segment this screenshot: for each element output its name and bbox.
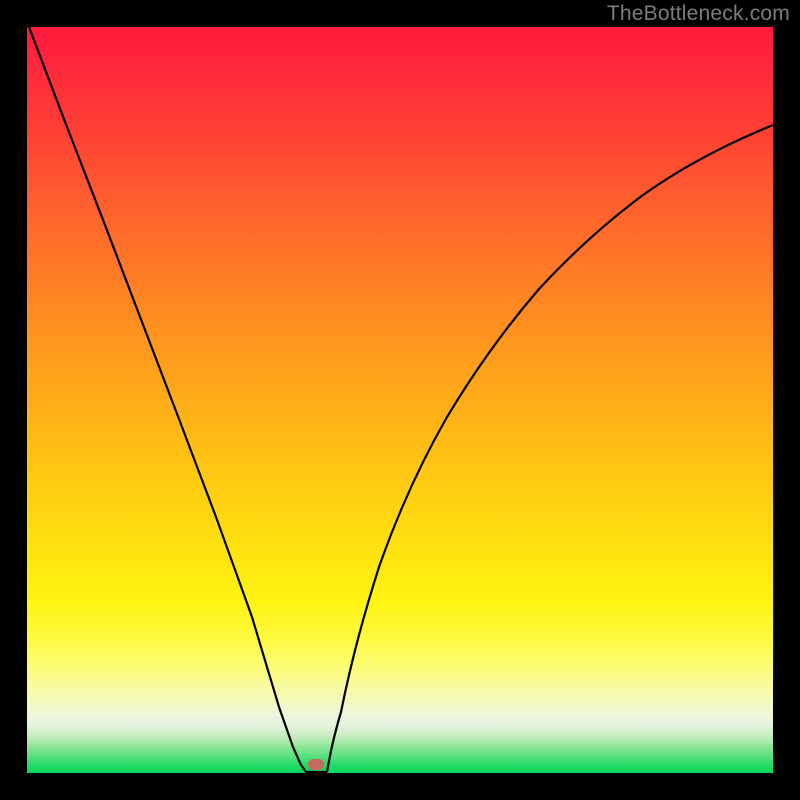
curve-left-branch xyxy=(29,27,306,772)
bottleneck-curve xyxy=(27,27,773,773)
curve-right-branch xyxy=(327,125,773,772)
plot-area xyxy=(27,27,773,773)
chart-container: TheBottleneck.com xyxy=(0,0,800,800)
bottleneck-marker xyxy=(308,759,324,770)
watermark-label: TheBottleneck.com xyxy=(607,2,790,26)
